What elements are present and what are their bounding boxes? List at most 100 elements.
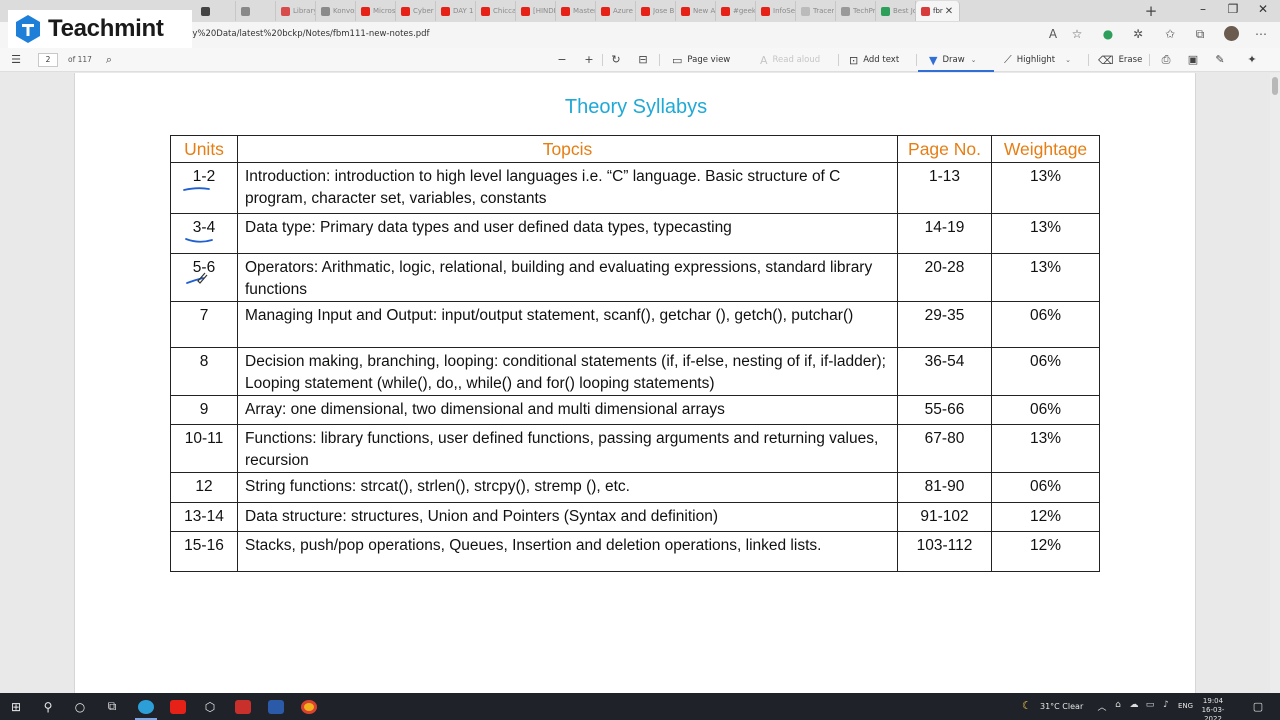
chevron-up-icon[interactable]: ︿: [1096, 700, 1108, 713]
tab-title: Best Jot: [893, 7, 915, 15]
windows-taskbar: ⊞ ⚲ ○ ⧉ ⬡ ☾ 31°C Clear ︿ ⌂ ☁ ▭ ♪ ENG 19:…: [0, 693, 1280, 720]
weightage-cell: 06%: [991, 395, 1100, 425]
collections-icon[interactable]: ⧉: [1192, 27, 1208, 42]
tab-favicon-icon: [361, 6, 370, 16]
tab-title: Konvos: [333, 7, 355, 15]
browser-tab[interactable]: [HINDI]: [516, 1, 556, 21]
header-topics: Topcis: [237, 135, 898, 163]
zoom-out-icon[interactable]: −: [554, 52, 570, 68]
browser-tab[interactable]: TechPri: [836, 1, 876, 21]
close-tab-icon[interactable]: ✕: [945, 6, 953, 17]
chevron-down-icon[interactable]: ⌄: [971, 56, 977, 64]
browser-tab-active[interactable]: fbr ✕: [916, 1, 960, 21]
tab-favicon-icon: [761, 6, 770, 16]
read-aloud-button-icon: A: [760, 53, 768, 67]
browser-tab[interactable]: Azure: [596, 1, 636, 21]
find-search-icon[interactable]: ⌕: [101, 52, 117, 68]
tab-favicon-icon: [841, 6, 850, 16]
print-icon[interactable]: ⎙: [1158, 52, 1174, 68]
browser-tab[interactable]: Jose Bra: [636, 1, 676, 21]
extension-icon[interactable]: ●: [1100, 27, 1116, 41]
highlight-button[interactable]: ⟋ Highlight ⌄: [1004, 52, 1071, 68]
new-tab-button[interactable]: +: [1142, 2, 1160, 20]
settings-more-icon[interactable]: ⋯: [1253, 27, 1269, 41]
chrome-icon[interactable]: [299, 697, 319, 716]
system-clock[interactable]: 19:04 16-03-2022: [1196, 697, 1230, 720]
browser-tab[interactable]: New AC: [676, 1, 716, 21]
contents-menu-icon[interactable]: ☰: [8, 52, 24, 68]
pin-toolbar-icon[interactable]: ✦: [1244, 52, 1260, 68]
tab-favicon-icon: [321, 6, 330, 16]
browser-tab[interactable]: Master: [556, 1, 596, 21]
read-aloud-icon[interactable]: A: [1045, 27, 1061, 41]
page-view-icon: ▭: [672, 53, 683, 67]
page-number-input[interactable]: 2: [38, 53, 58, 67]
tab-favicon-icon: [401, 6, 410, 16]
youtube-icon[interactable]: [168, 697, 188, 716]
add-text-button[interactable]: ⊡ Add text: [849, 52, 899, 68]
erase-button[interactable]: ⌫ Erase: [1098, 52, 1142, 68]
tab-title: DAY 1: [453, 7, 474, 15]
browser-tab[interactable]: Microso: [356, 1, 396, 21]
browser-tab[interactable]: DAY 1: [436, 1, 476, 21]
onedrive-icon[interactable]: ☁: [1128, 700, 1140, 710]
draw-button[interactable]: ▼ Draw ⌄: [929, 52, 977, 68]
maximize-icon[interactable]: ❐: [1223, 2, 1243, 16]
pdf-favicon-icon: [921, 6, 930, 16]
fit-page-icon[interactable]: ⊟: [635, 52, 651, 68]
browser-tab[interactable]: Cyber S: [396, 1, 436, 21]
language-indicator[interactable]: ENG: [1178, 702, 1193, 710]
read-aloud-button[interactable]: A Read aloud: [760, 52, 820, 68]
browser-tab[interactable]: Tracer: [796, 1, 836, 21]
weather-status[interactable]: 31°C Clear: [1040, 702, 1083, 711]
tab-title: New AC: [693, 7, 715, 15]
search-icon[interactable]: ⚲: [38, 697, 58, 716]
browser-tab[interactable]: #geek: [716, 1, 756, 21]
topic-cell: Array: one dimensional, two dimensional …: [237, 395, 898, 425]
filezilla-icon[interactable]: [233, 697, 253, 716]
zoom-in-icon[interactable]: +: [581, 52, 597, 68]
app-cube-icon[interactable]: ⬡: [200, 697, 220, 716]
draw-label: Draw: [942, 55, 965, 65]
pdf-viewer[interactable]: Theory Syllabys Units Topcis Page No. We…: [0, 73, 1280, 693]
add-text-icon: ⊡: [849, 53, 859, 67]
page-view-label: Page view: [687, 55, 731, 65]
minimize-icon[interactable]: –: [1193, 2, 1213, 16]
powershell-icon[interactable]: [266, 697, 286, 716]
unit-cell: 7: [170, 301, 238, 348]
close-window-icon[interactable]: ✕: [1253, 2, 1273, 16]
save-as-icon[interactable]: ✎: [1212, 52, 1228, 68]
volume-icon[interactable]: ♪: [1160, 700, 1172, 710]
favorites-icon[interactable]: ✩: [1162, 27, 1178, 41]
network-icon[interactable]: ⌂: [1112, 700, 1124, 710]
unit-cell: 3-4: [170, 213, 238, 254]
windows-start-icon[interactable]: ⊞: [6, 697, 26, 716]
display-icon[interactable]: ▭: [1144, 700, 1156, 710]
header-units: Units: [170, 135, 238, 163]
browser-tab[interactable]: Konvos: [316, 1, 356, 21]
browser-tab[interactable]: InfoSec: [756, 1, 796, 21]
chevron-down-icon[interactable]: ⌄: [1065, 56, 1071, 64]
document-title: Theory Syllabys: [564, 96, 708, 118]
notifications-icon[interactable]: ▢: [1252, 700, 1264, 713]
edge-browser-icon[interactable]: [136, 697, 156, 716]
profile-avatar[interactable]: [1224, 26, 1239, 41]
table-row: 1-2 Introduction: introduction to high le…: [170, 162, 1100, 214]
task-view-icon[interactable]: ⧉: [102, 697, 122, 716]
cortana-icon[interactable]: ○: [70, 697, 90, 716]
browser-tab[interactable]: Library: [276, 1, 316, 21]
vertical-scrollbar[interactable]: [1270, 73, 1280, 693]
tab-favicon-icon: [441, 6, 450, 16]
browser-tab[interactable]: [196, 1, 236, 21]
browser-tab[interactable]: Chiccar: [476, 1, 516, 21]
page-view-button[interactable]: ▭ Page view: [672, 52, 730, 68]
rotate-icon[interactable]: ↻: [608, 52, 624, 68]
browser-tab[interactable]: [236, 1, 276, 21]
scrollbar-thumb[interactable]: [1272, 77, 1278, 95]
url-field[interactable]: ly%20Data/latest%20bckp/Notes/fbm111-new…: [190, 29, 430, 39]
favorite-star-icon[interactable]: ☆: [1069, 27, 1085, 41]
extensions-puzzle-icon[interactable]: ✲: [1130, 27, 1146, 41]
save-icon[interactable]: ▣: [1185, 52, 1201, 68]
tab-favicon-icon: [721, 6, 730, 16]
browser-tab[interactable]: Best Jot: [876, 1, 916, 21]
